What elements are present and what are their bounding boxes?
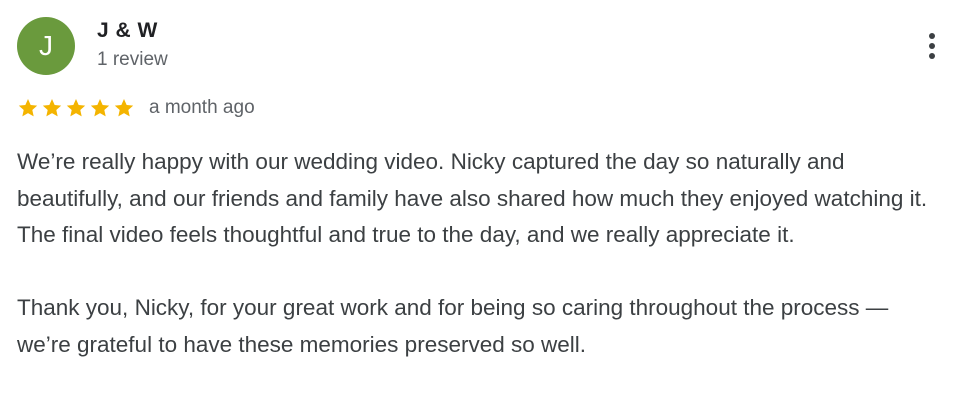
star-icon	[42, 99, 62, 117]
star-icon	[90, 99, 110, 117]
more-vert-icon-dot	[929, 43, 935, 49]
review-paragraph: Thank you, Nicky, for your great work an…	[17, 295, 889, 357]
review-card: J J & W 1 review a month ago We’re reall…	[0, 0, 954, 412]
reviewer-name[interactable]: J & W	[97, 19, 158, 43]
review-paragraph: We’re really happy with our wedding vide…	[17, 149, 928, 247]
avatar-initial: J	[39, 30, 53, 61]
star-icon	[18, 99, 38, 117]
more-options-button[interactable]	[916, 26, 948, 66]
rating-row: a month ago	[17, 96, 255, 120]
more-vert-icon-dot	[929, 53, 935, 59]
review-date: a month ago	[149, 97, 255, 118]
avatar[interactable]: J	[17, 17, 75, 75]
review-text: We’re really happy with our wedding vide…	[17, 144, 942, 363]
reviewer-review-count[interactable]: 1 review	[97, 49, 168, 71]
star-rating	[17, 97, 135, 119]
more-vert-icon	[929, 33, 935, 39]
star-icon	[114, 99, 134, 117]
star-icon	[66, 99, 86, 117]
